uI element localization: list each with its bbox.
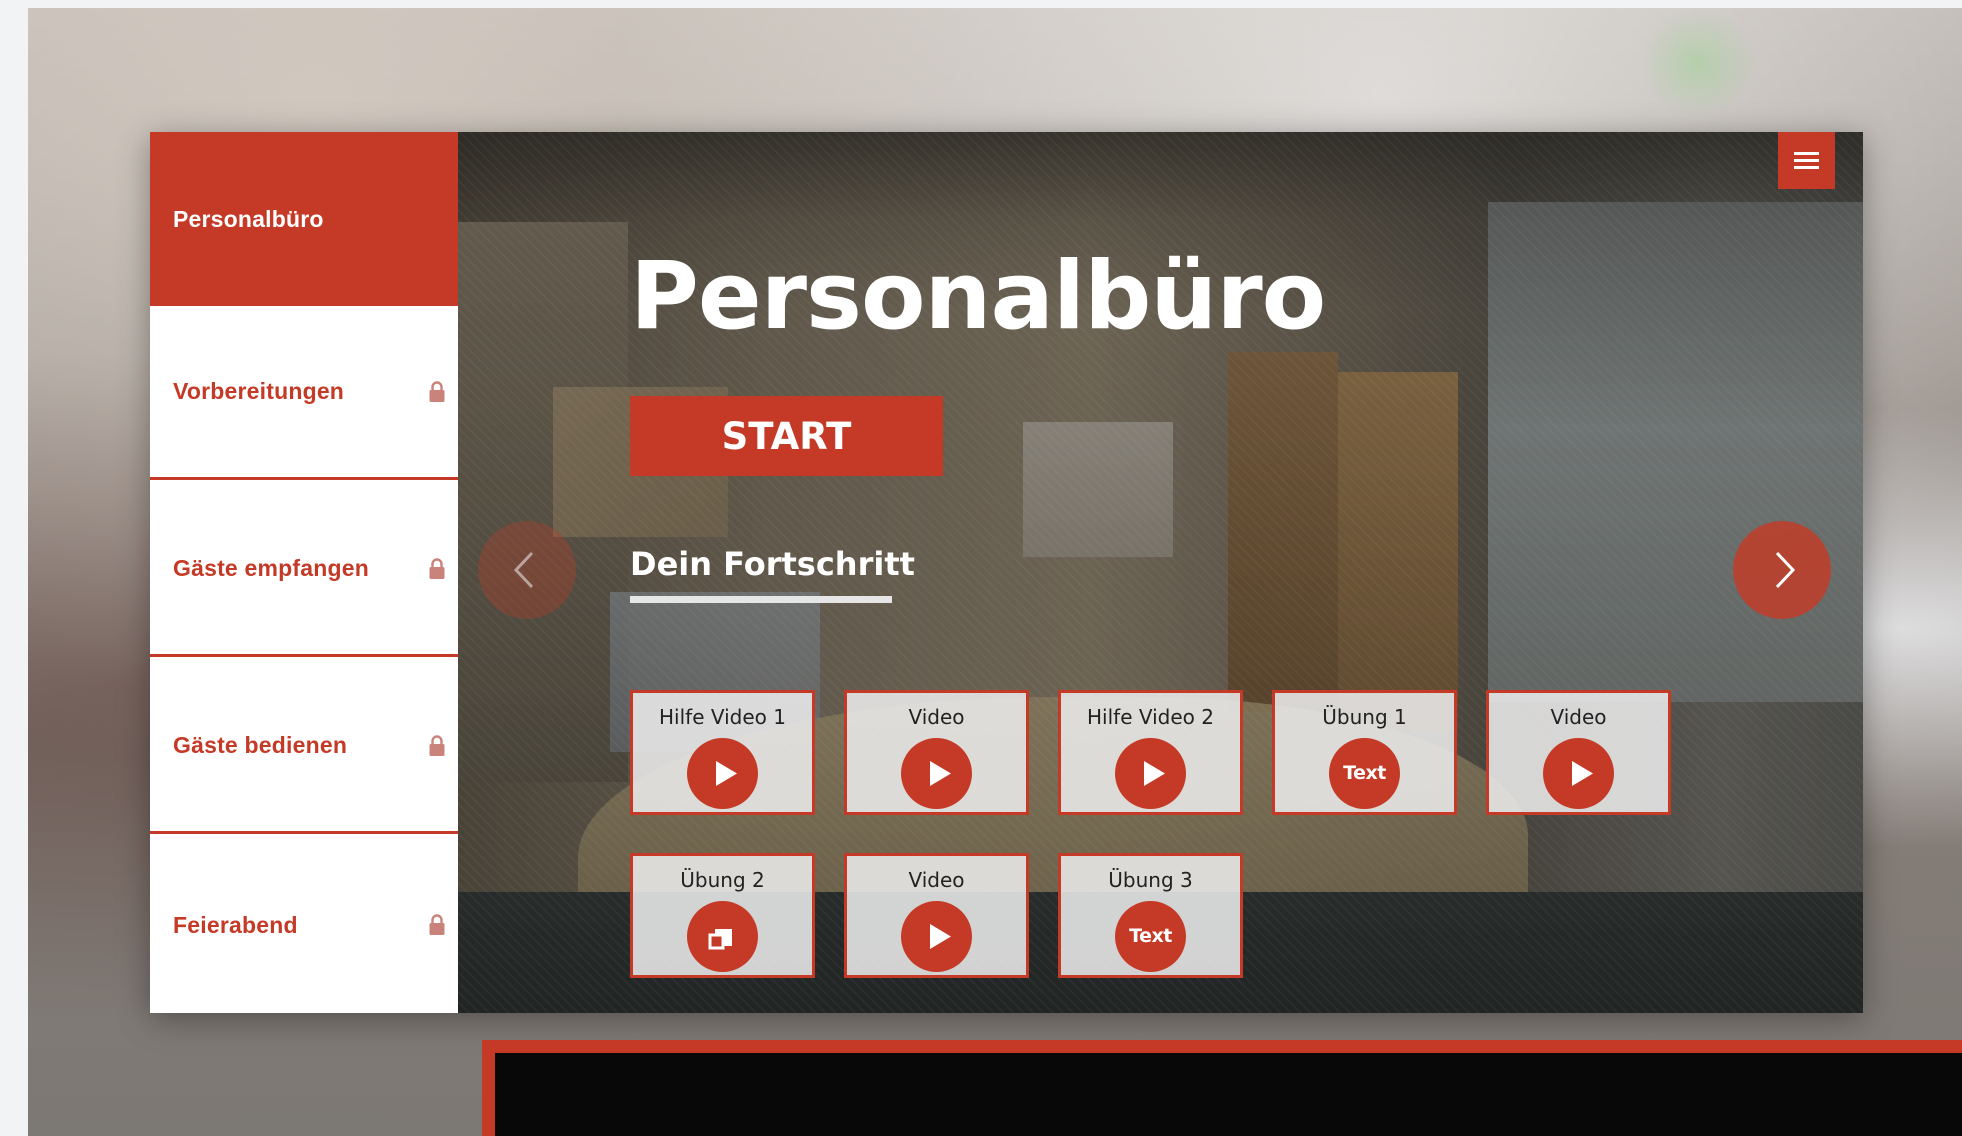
text-exercise-icon: Text [1115,901,1186,972]
sidebar-item-personalbuero[interactable]: Personalbüro [150,132,472,306]
tile-label: Übung 2 [680,868,765,892]
tile-label: Video [1550,705,1607,729]
text-exercise-icon: Text [1329,738,1400,809]
sidebar-item-gaeste-bedienen[interactable]: Gäste bedienen [150,660,458,834]
sidebar-item-vorbereitungen[interactable]: Vorbereitungen [150,306,458,480]
module-card: Personalbüro Vorbereitungen Gäste empfan… [150,132,1863,1013]
tile-label: Übung 3 [1108,868,1193,892]
tile-label: Hilfe Video 2 [1087,705,1214,729]
sidebar-item-label: Feierabend [173,911,298,938]
video-player-area[interactable] [495,1053,1962,1136]
sidebar-item-feierabend[interactable]: Feierabend [150,837,458,1013]
tile-hilfe-video-2[interactable]: Hilfe Video 2 [1058,690,1243,815]
drag-drop-icon [687,901,758,972]
hamburger-icon [1794,152,1819,155]
play-icon [687,738,758,809]
tile-video-2[interactable]: Video [1486,690,1671,815]
previous-arrow-button[interactable] [478,521,576,619]
tile-uebung-2[interactable]: Übung 2 [630,853,815,978]
chevron-right-icon [1775,551,1796,589]
sidebar-item-label: Personalbüro [173,205,324,232]
page-title: Personalbüro [630,242,1326,351]
tile-video-3[interactable]: Video [844,853,1029,978]
chapter-sidebar: Personalbüro Vorbereitungen Gäste empfan… [150,132,472,1013]
play-icon [901,901,972,972]
lock-icon [429,380,445,402]
text-icon-label: Text [1343,762,1386,784]
tile-uebung-3[interactable]: Übung 3 Text [1058,853,1243,978]
tile-video-1[interactable]: Video [844,690,1029,815]
lock-icon [429,557,445,579]
chevron-left-icon [513,551,534,589]
hamburger-menu-button[interactable] [1778,132,1835,189]
sidebar-item-label: Gäste bedienen [173,732,348,758]
hamburger-icon-bar [1794,159,1819,162]
tile-uebung-1[interactable]: Übung 1 Text [1272,690,1457,815]
sidebar-item-gaeste-empfangen[interactable]: Gäste empfangen [150,483,458,657]
exit-sign-glow [1638,8,1758,118]
lock-icon [429,914,445,935]
play-icon [1543,738,1614,809]
next-arrow-button[interactable] [1733,521,1831,619]
tile-label: Hilfe Video 1 [659,705,786,729]
start-button[interactable]: START [630,396,943,476]
sidebar-item-label: Gäste empfangen [173,555,369,581]
play-icon [901,738,972,809]
lock-icon [429,734,445,756]
tile-label: Video [908,868,965,892]
sidebar-item-label: Vorbereitungen [173,378,345,404]
progress-bar [630,596,892,603]
bottom-player-panel [482,1040,1962,1136]
tile-label: Video [908,705,965,729]
progress-label: Dein Fortschritt [630,545,915,583]
hero-panel: Personalbüro START Dein Fortschritt Hilf… [458,132,1863,1013]
tile-label: Übung 1 [1322,705,1407,729]
play-icon [1115,738,1186,809]
text-icon-label: Text [1129,925,1172,947]
hamburger-icon-bar [1794,166,1819,169]
progress-bar-fill [630,596,892,603]
tile-hilfe-video-1[interactable]: Hilfe Video 1 [630,690,815,815]
